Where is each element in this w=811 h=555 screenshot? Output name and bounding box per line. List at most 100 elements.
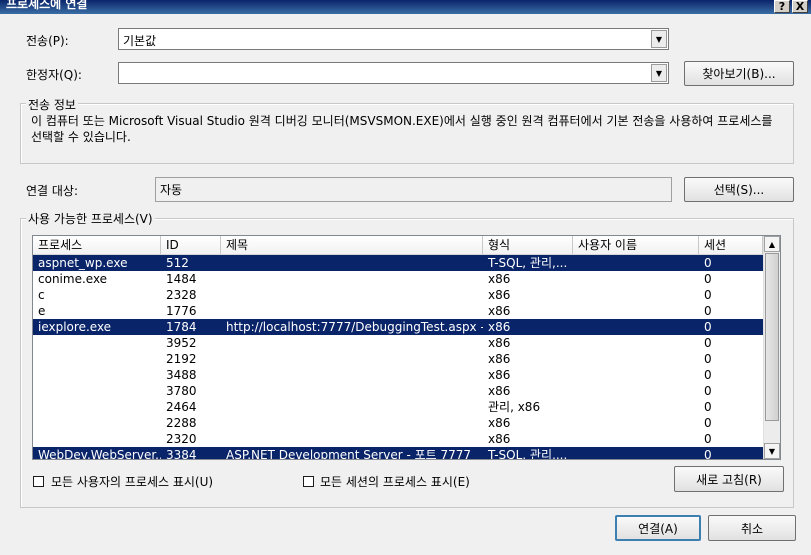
cell-type: x86 — [488, 288, 511, 302]
cell-process — [33, 415, 161, 431]
table-row[interactable]: c 2328 x86 0 — [33, 287, 763, 303]
table-row[interactable]: 2288 x86 0 — [33, 415, 763, 431]
cell-type: x86 — [488, 352, 511, 366]
title-bar: 프로세스에 연결 ? X — [0, 0, 811, 14]
scroll-down-icon[interactable]: ▼ — [764, 443, 780, 459]
cell-user — [573, 335, 699, 351]
cell-title — [221, 271, 483, 287]
cell-session: 0 — [704, 336, 712, 350]
cell-user — [573, 367, 699, 383]
table-row[interactable]: 3780 x86 0 — [33, 383, 763, 399]
scroll-thumb[interactable] — [765, 253, 779, 421]
cell-type: x86 — [488, 320, 511, 334]
cell-process: aspnet_wp.exe — [38, 256, 128, 270]
cell-session: 0 — [704, 304, 712, 318]
cell-title — [221, 399, 483, 415]
column-header-user[interactable]: 사용자 이름 — [573, 236, 699, 254]
process-list[interactable]: 프로세스 ID 제목 형식 사용자 이름 세션 aspnet_wp.exe 512… — [32, 235, 781, 460]
cell-user — [573, 351, 699, 367]
cell-type: T-SQL, 관리,... — [488, 256, 568, 270]
cell-user — [573, 447, 699, 459]
cell-type: x86 — [488, 304, 511, 318]
cell-id: 1484 — [166, 272, 197, 286]
column-header-title[interactable]: 제목 — [221, 236, 483, 254]
cell-process — [33, 431, 161, 447]
transport-select[interactable]: 기본값 ▼ — [118, 28, 669, 50]
chevron-down-icon[interactable]: ▼ — [651, 30, 667, 48]
cell-user — [573, 287, 699, 303]
transport-label: 전송(P): — [26, 34, 69, 48]
cell-process — [33, 383, 161, 399]
cell-user — [573, 303, 699, 319]
table-row[interactable]: iexplore.exe 1784 http://localhost:7777/De… — [33, 319, 763, 335]
cell-user — [573, 399, 699, 415]
cell-id: 2288 — [166, 416, 197, 430]
refresh-button[interactable]: 새로 고침(R) — [674, 466, 784, 492]
cell-session: 0 — [704, 368, 712, 382]
cell-title — [221, 367, 483, 383]
table-row[interactable]: conime.exe 1484 x86 0 — [33, 271, 763, 287]
attach-button[interactable]: 연결(A) — [615, 515, 701, 541]
close-button[interactable]: X — [792, 0, 808, 13]
transport-value: 기본값 — [123, 34, 157, 48]
cell-title: ASP.NET Development Server - 포트 7777 — [226, 448, 472, 460]
show-all-sessions-label[interactable]: 모든 세션의 프로세스 표시(E) — [320, 473, 470, 490]
cell-session: 0 — [704, 416, 712, 430]
browse-button[interactable]: 찾아보기(B)... — [684, 61, 794, 86]
cell-session: 0 — [704, 256, 712, 270]
cell-type: x86 — [488, 384, 511, 398]
window-title: 프로세스에 연결 — [6, 0, 88, 11]
table-row[interactable]: 2320 x86 0 — [33, 431, 763, 447]
table-row[interactable]: 2192 x86 0 — [33, 351, 763, 367]
attach-to-value: 자동 — [160, 183, 183, 197]
cell-id: 3488 — [166, 368, 197, 382]
cell-title — [221, 351, 483, 367]
select-button[interactable]: 선택(S)... — [684, 177, 794, 202]
help-button[interactable]: ? — [774, 0, 790, 13]
cell-process: e — [38, 304, 46, 318]
cell-id: 2464 — [166, 400, 197, 414]
process-list-header: 프로세스 ID 제목 형식 사용자 이름 세션 — [33, 236, 763, 255]
column-header-process[interactable]: 프로세스 — [33, 236, 161, 254]
cell-user — [573, 319, 699, 335]
cell-title — [221, 383, 483, 399]
table-row[interactable]: 2464 관리, x86 0 — [33, 399, 763, 415]
show-all-users-checkbox[interactable] — [33, 476, 44, 487]
cell-title — [221, 415, 483, 431]
table-row[interactable]: e 1776 x86 0 — [33, 303, 763, 319]
table-row[interactable]: aspnet_wp.exe 512 T-SQL, 관리,... 0 — [33, 255, 763, 271]
table-row[interactable]: 3952 x86 0 — [33, 335, 763, 351]
cell-session: 0 — [704, 288, 712, 302]
cell-session: 0 — [704, 448, 712, 460]
show-all-users-label[interactable]: 모든 사용자의 프로세스 표시(U) — [51, 473, 213, 490]
chevron-down-icon[interactable]: ▼ — [651, 64, 667, 82]
cell-session: 0 — [704, 384, 712, 398]
scroll-up-icon[interactable]: ▲ — [764, 236, 780, 252]
cell-session: 0 — [704, 400, 712, 414]
cell-type: x86 — [488, 336, 511, 350]
qualifier-combobox[interactable]: ▼ — [118, 62, 669, 84]
column-header-type[interactable]: 형식 — [483, 236, 573, 254]
cancel-button[interactable]: 취소 — [708, 515, 796, 541]
vertical-scrollbar[interactable]: ▲ ▼ — [763, 236, 780, 459]
cell-type: x86 — [488, 272, 511, 286]
transport-info-title: 전송 정보 — [26, 96, 78, 113]
cell-id: 512 — [166, 256, 189, 270]
cell-session: 0 — [704, 352, 712, 366]
cell-title — [221, 335, 483, 351]
cell-title: http://localhost:7777/DebuggingTest.aspx… — [226, 320, 483, 334]
table-row[interactable]: 3488 x86 0 — [33, 367, 763, 383]
attach-to-label: 연결 대상: — [26, 184, 79, 198]
cell-process — [33, 335, 161, 351]
cell-process — [33, 399, 161, 415]
cell-type: 관리, x86 — [488, 400, 541, 414]
cell-session: 0 — [704, 320, 712, 334]
show-all-sessions-checkbox[interactable] — [303, 476, 314, 487]
cell-process: iexplore.exe — [38, 320, 112, 334]
cell-user — [573, 431, 699, 447]
column-header-id[interactable]: ID — [161, 236, 221, 254]
table-row[interactable]: WebDev.WebServer.... 3384 ASP.NET Developm… — [33, 447, 763, 460]
cell-process — [33, 367, 161, 383]
column-header-session[interactable]: 세션 — [699, 236, 763, 254]
cell-session: 0 — [704, 432, 712, 446]
